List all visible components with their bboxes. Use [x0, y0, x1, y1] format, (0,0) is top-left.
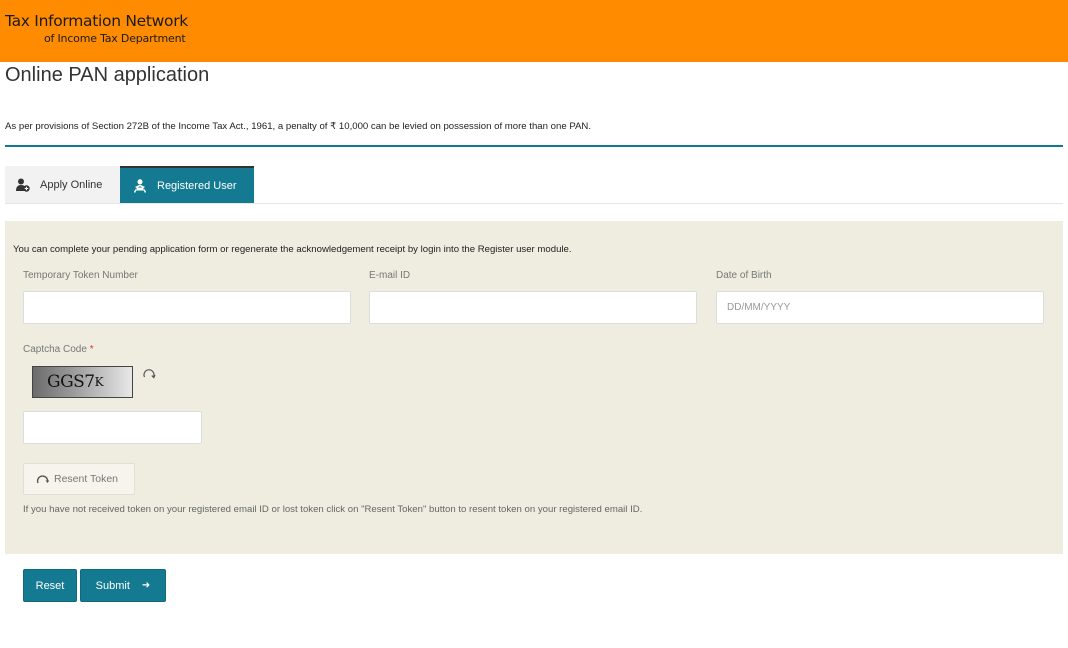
- refresh-captcha-icon[interactable]: [142, 367, 156, 381]
- dob-input[interactable]: [716, 291, 1044, 324]
- registered-user-icon: [132, 178, 148, 193]
- required-marker: *: [89, 344, 94, 355]
- tab-apply-online[interactable]: Apply Online: [5, 166, 120, 203]
- captcha-label-text: Captcha Code: [23, 344, 87, 355]
- divider: [5, 145, 1063, 147]
- site-header: Tax Information Network of Income Tax De…: [0, 0, 1068, 62]
- captcha-image: GGS7 K: [32, 366, 133, 398]
- form-intro: You can complete your pending applicatio…: [13, 244, 572, 255]
- captcha-text: GGS7: [47, 372, 95, 392]
- page-title: Online PAN application: [5, 64, 210, 86]
- arrow-right-icon: ➜: [141, 580, 151, 591]
- resent-token-button[interactable]: Resent Token: [23, 463, 135, 495]
- user-add-icon: [15, 178, 31, 192]
- dob-label: Date of Birth: [716, 270, 772, 281]
- registered-user-form: You can complete your pending applicatio…: [5, 221, 1063, 554]
- tab-label: Registered User: [157, 179, 237, 192]
- email-label: E-mail ID: [369, 270, 411, 281]
- penalty-note: As per provisions of Section 272B of the…: [5, 121, 591, 132]
- captcha-label: Captcha Code *: [23, 344, 94, 355]
- captcha-text-small: K: [94, 375, 104, 389]
- token-label: Temporary Token Number: [23, 270, 138, 281]
- email-input[interactable]: [369, 291, 697, 324]
- captcha-input[interactable]: [23, 411, 202, 444]
- resent-token-note: If you have not received token on your r…: [23, 504, 643, 515]
- tab-label: Apply Online: [40, 178, 103, 191]
- submit-button[interactable]: Submit ➜: [80, 569, 166, 602]
- brand-title: Tax Information Network: [5, 12, 188, 30]
- resent-token-label: Resent Token: [54, 473, 119, 485]
- brand-subtitle: of Income Tax Department: [44, 32, 186, 45]
- reset-button[interactable]: Reset: [23, 569, 77, 602]
- submit-label: Submit: [95, 579, 130, 592]
- tab-bar: Apply Online Registered User: [5, 166, 1063, 204]
- refresh-icon: [36, 475, 50, 484]
- tab-registered-user[interactable]: Registered User: [120, 166, 254, 203]
- token-input[interactable]: [23, 291, 351, 324]
